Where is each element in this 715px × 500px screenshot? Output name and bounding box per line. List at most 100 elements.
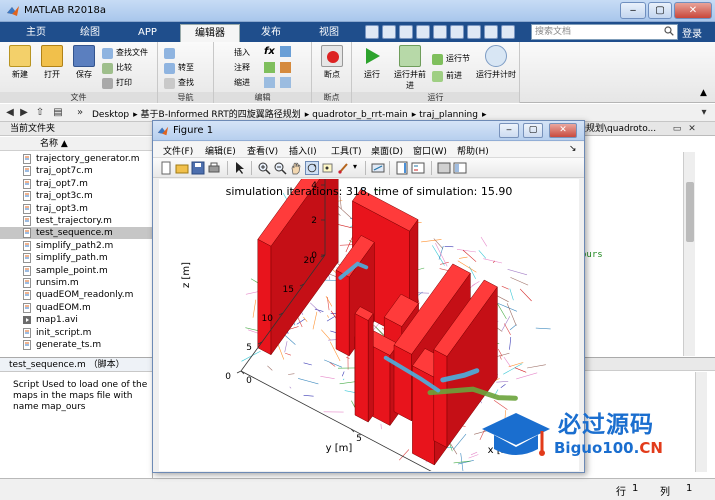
find-files-button[interactable]: 查找文件 [102,46,148,60]
data-cursor-icon[interactable] [321,161,335,175]
breadcrumb-repo[interactable]: quadrotor_b_rrt-main [312,110,408,120]
insert-button[interactable]: 插入 [220,46,250,60]
find-button[interactable]: 查找 [164,76,194,90]
forward-arrow-icon[interactable]: ▶ [18,107,30,119]
open-button[interactable]: 打开 [36,45,68,80]
browse-folder-icon[interactable]: ▤ [52,107,64,119]
menu-dock-icon[interactable]: ↘ [569,144,577,154]
copy-icon[interactable] [399,25,413,39]
tab-publish[interactable]: 发布 [247,24,295,42]
address-dropdown-icon[interactable]: ▾ [698,107,710,119]
save-figure-icon[interactable] [191,161,205,175]
file-row[interactable]: quadEOM_readonly.m [0,289,153,301]
file-row[interactable]: generate_ts.m [0,339,153,351]
run-section-button[interactable]: 运行节 [432,52,470,66]
menu-edit[interactable]: 编辑(E) [205,144,236,157]
run-advance-button[interactable]: 运行并前进 [392,45,428,91]
comment-remove-icon[interactable] [280,62,291,73]
file-row[interactable]: traj_opt3c.m [0,190,153,202]
editor-scroll-thumb[interactable] [686,182,694,242]
breadcrumb-traj-planning[interactable]: traj_planning [419,110,478,120]
file-row[interactable]: simplify_path2.m [0,240,153,252]
file-row[interactable]: test_sequence.m [0,227,153,240]
insert-colorbar-icon[interactable] [395,161,409,175]
file-row[interactable]: traj_opt3.m [0,203,153,215]
compare-button[interactable]: 比较 [102,61,132,75]
breadcrumb-project[interactable]: 基于B-Informed RRT的四旋翼路径规划 [141,110,301,120]
print-button[interactable]: 打印 [102,76,132,90]
fx-icon[interactable]: fx [264,46,275,57]
editor-close-icon[interactable]: ✕ [685,122,699,136]
file-row[interactable]: init_script.m [0,327,153,339]
redo-icon[interactable] [450,25,464,39]
menu-desktop[interactable]: 桌面(D) [371,144,403,157]
name-column-header[interactable]: 名称 ▲ [0,137,153,151]
save-icon[interactable] [365,25,379,39]
show-plot-tools-icon[interactable] [453,161,467,175]
menu-window[interactable]: 窗口(W) [413,144,447,157]
zoom-out-icon[interactable] [273,161,287,175]
file-row[interactable]: traj_opt7.m [0,178,153,190]
command-scrollbar[interactable] [695,372,707,472]
figure-title-bar[interactable]: Figure 1 ‒ ▢ ✕ [153,121,584,141]
figure-maximize-button[interactable]: ▢ [523,123,543,138]
brush-dropdown-icon[interactable]: ▾ [353,162,357,171]
comment-button[interactable]: 注释 [220,61,250,75]
chevron-down-icon[interactable] [501,25,515,39]
cut-icon[interactable] [382,25,396,39]
tab-editor[interactable]: 编辑器 [180,24,240,42]
rotate-3d-icon[interactable] [305,161,319,175]
brush-icon[interactable] [337,161,351,175]
figure-close-button[interactable]: ✕ [549,123,577,138]
tab-plots[interactable]: 绘图 [66,24,114,42]
run-time-button[interactable]: 运行并计时 [476,45,516,80]
link-plot-icon[interactable] [371,161,385,175]
new-button[interactable]: 新建 [4,45,36,80]
indent-decrease-icon[interactable] [280,77,291,88]
breakpoint-button[interactable]: 断点 [316,45,348,80]
switch-windows-icon[interactable] [467,25,481,39]
file-row[interactable]: test_trajectory.m [0,215,153,227]
maximize-button[interactable]: ▢ [648,2,672,19]
menu-help[interactable]: 帮助(H) [457,144,489,157]
open-file-icon[interactable] [175,161,189,175]
zoom-in-icon[interactable] [257,161,271,175]
print-figure-icon[interactable] [207,161,221,175]
menu-view[interactable]: 查看(V) [247,144,278,157]
tab-apps[interactable]: APP [124,24,171,42]
login-link[interactable]: 登录 [682,25,702,40]
editor-minimize-icon[interactable]: ▭ [670,122,684,136]
indent-button[interactable]: 缩进 [220,76,250,90]
new-figure-icon[interactable] [159,161,173,175]
save-button[interactable]: 保存 [68,45,100,80]
undo-icon[interactable] [433,25,447,39]
close-button[interactable]: ✕ [674,2,712,19]
editor-scrollbar[interactable] [683,152,695,356]
file-row[interactable]: sample_point.m [0,265,153,277]
goto-button[interactable]: 转至 [164,61,194,75]
file-row[interactable]: traj_opt7c.m [0,165,153,177]
paste-icon[interactable] [416,25,430,39]
run-button[interactable]: 运行 [356,45,388,80]
tab-home[interactable]: 主页 [12,24,60,42]
hide-plot-tools-icon[interactable] [437,161,451,175]
figure-minimize-button[interactable]: ‒ [499,123,519,138]
file-row[interactable]: runsim.m [0,277,153,289]
collapse-ribbon-icon[interactable]: ▲ [700,88,707,98]
file-row[interactable]: trajectory_generator.m [0,153,153,165]
file-row[interactable]: quadEOM.m [0,302,153,314]
insert-section-icon[interactable] [280,46,291,57]
file-row[interactable]: map1.avi [0,314,153,326]
indent-increase-icon[interactable] [264,77,275,88]
pan-hand-icon[interactable] [289,161,303,175]
up-folder-icon[interactable]: ⇧ [34,107,46,119]
advance-button[interactable]: 前进 [432,69,462,83]
back-arrow-icon[interactable]: ◀ [4,107,16,119]
search-input[interactable]: 搜索文档 [531,24,678,40]
minimize-button[interactable]: ‒ [620,2,646,19]
menu-tools[interactable]: 工具(T) [331,144,362,157]
path-root-icon[interactable]: » [74,107,86,119]
file-row[interactable]: simplify_path.m [0,252,153,264]
menu-insert[interactable]: 插入(I) [289,144,317,157]
menu-file[interactable]: 文件(F) [163,144,193,157]
